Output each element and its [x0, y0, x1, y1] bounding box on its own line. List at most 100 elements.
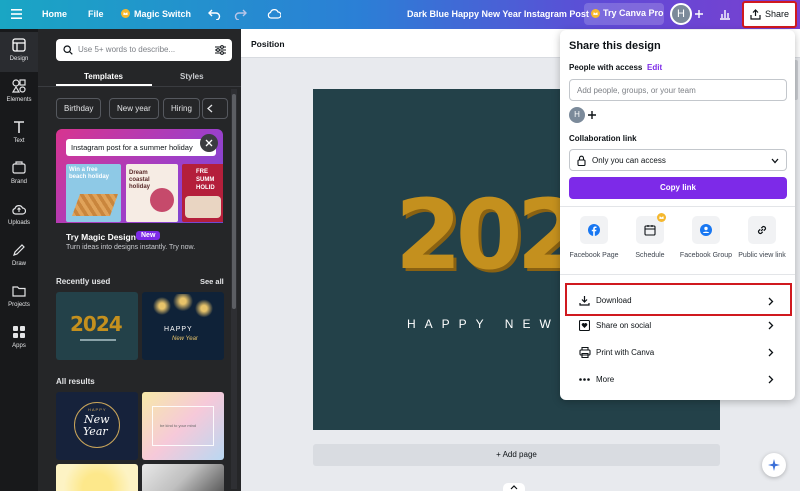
- insights-icon[interactable]: [719, 8, 731, 20]
- redo-icon[interactable]: [234, 8, 247, 20]
- design-tagline[interactable]: HAPPY NEW: [407, 317, 560, 331]
- option-icon-box: [636, 213, 666, 244]
- cloud-save-icon[interactable]: [267, 8, 281, 19]
- add-person-icon[interactable]: [587, 110, 597, 120]
- chevron-right-icon: [768, 321, 774, 330]
- copy-link-button[interactable]: Copy link: [569, 177, 787, 199]
- try-canva-pro-button[interactable]: Try Canva Pro: [584, 3, 664, 25]
- chip-new-year[interactable]: New year: [109, 98, 159, 119]
- menu-icon[interactable]: [11, 9, 22, 19]
- share-on-social-label: Share on social: [596, 321, 652, 330]
- rail-label: Design: [9, 56, 29, 62]
- print-with-canva-label: Print with Canva: [596, 348, 655, 357]
- rail-item-projects[interactable]: Projects: [0, 278, 38, 318]
- recent-template-happy-new-year[interactable]: HAPPY New Year: [142, 292, 224, 360]
- search-placeholder: Use 5+ words to describe...: [78, 45, 176, 54]
- templates-panel: Use 5+ words to describe... Templates St…: [38, 29, 241, 491]
- rail-item-brand[interactable]: Brand: [0, 155, 38, 195]
- rail-label: Draw: [11, 261, 26, 267]
- link-access-select[interactable]: Only you can access: [569, 149, 787, 171]
- undo-icon[interactable]: [208, 8, 221, 20]
- result-template-new-year[interactable]: HAPPY New Year: [56, 392, 138, 460]
- more-menu-item[interactable]: More: [567, 366, 790, 393]
- canvas-scroll-handle[interactable]: [503, 483, 525, 491]
- rail-item-design[interactable]: Design: [0, 32, 38, 72]
- share-on-social-menu-item[interactable]: Share on social: [567, 312, 790, 339]
- tab-styles[interactable]: Styles: [180, 72, 204, 81]
- magic-assistant-button[interactable]: [762, 453, 786, 477]
- template-search-input[interactable]: Use 5+ words to describe...: [56, 39, 232, 61]
- crown-icon: [121, 9, 130, 18]
- pro-crown-icon: [657, 213, 666, 222]
- print-with-canva-menu-item[interactable]: Print with Canva: [567, 339, 790, 366]
- rail-item-draw[interactable]: Draw: [0, 237, 38, 277]
- uploads-icon: [12, 205, 26, 215]
- add-people-input[interactable]: Add people, groups, or your team: [569, 79, 787, 101]
- option-label: Facebook Page: [569, 252, 619, 259]
- thumb-title: Year: [83, 425, 108, 438]
- rail-item-apps[interactable]: Apps: [0, 319, 38, 359]
- home-button[interactable]: Home: [42, 0, 67, 29]
- download-icon: [579, 296, 590, 306]
- calendar-icon: [644, 225, 656, 236]
- result-template-pastel[interactable]: be kind to your mind: [142, 392, 224, 460]
- position-button[interactable]: Position: [251, 39, 285, 49]
- thumb-title: be kind to your mind: [160, 423, 197, 428]
- thumb-subtitle-line: [80, 339, 116, 341]
- link-icon: [757, 225, 767, 235]
- magic-switch-button[interactable]: Magic Switch: [134, 0, 191, 29]
- result-template-photo[interactable]: [142, 464, 224, 491]
- option-label: Schedule: [635, 252, 665, 259]
- see-all-link[interactable]: See all: [200, 277, 224, 286]
- link-access-value: Only you can access: [592, 156, 666, 165]
- rail-label: Apps: [12, 343, 26, 349]
- lock-icon: [577, 155, 586, 166]
- promo-info: Try Magic Design New Turn ideas into des…: [56, 223, 223, 259]
- rail-item-uploads[interactable]: Uploads: [0, 196, 38, 236]
- sparkle-icon: [768, 459, 780, 471]
- panel-scrollbar-thumb[interactable]: [232, 94, 236, 309]
- chip-icon: [207, 104, 213, 113]
- document-title[interactable]: Dark Blue Happy New Year Instagram Post: [407, 0, 589, 29]
- text-icon: [14, 121, 24, 133]
- plus-icon[interactable]: [694, 9, 704, 19]
- recent-template-2024[interactable]: 2024: [56, 292, 138, 360]
- promo-card-text: Win a free beach holiday: [69, 167, 110, 180]
- top-bar: Home File Magic Switch Dark Blue Happy N…: [0, 0, 800, 29]
- share-button[interactable]: Share: [742, 1, 797, 28]
- chevron-down-icon: [771, 158, 779, 164]
- promo-description: Turn ideas into designs instantly. Try n…: [66, 244, 196, 251]
- close-promo-button[interactable]: [200, 134, 218, 152]
- draw-icon: [13, 244, 25, 256]
- option-icon-box: [580, 216, 608, 244]
- thumb-title: HAPPY: [88, 407, 107, 412]
- rail-item-elements[interactable]: Elements: [0, 73, 38, 113]
- projects-icon: [12, 286, 26, 297]
- elements-icon: [12, 79, 26, 93]
- print-icon: [579, 347, 591, 358]
- design-year-text[interactable]: 202: [395, 187, 583, 283]
- add-page-button[interactable]: + Add page: [313, 444, 720, 466]
- chip-birthday[interactable]: Birthday: [56, 98, 102, 119]
- access-avatar[interactable]: H: [569, 107, 585, 123]
- search-icon: [63, 45, 73, 55]
- file-menu[interactable]: File: [88, 0, 104, 29]
- divider: [560, 274, 795, 275]
- deck-chair-illustration: [71, 194, 119, 216]
- promo-card: Dream coastal holiday: [126, 164, 178, 222]
- promo-card-text: Dream coastal holiday: [129, 170, 151, 190]
- chevron-up-icon: [510, 485, 518, 490]
- chip-more[interactable]: [202, 98, 228, 119]
- result-template-yellow[interactable]: [56, 464, 138, 491]
- chip-hiring[interactable]: Hiring: [163, 98, 200, 119]
- tab-templates[interactable]: Templates: [84, 72, 123, 81]
- option-icon-box: [748, 216, 776, 244]
- edit-access-link[interactable]: Edit: [647, 63, 662, 72]
- download-label: Download: [596, 296, 632, 305]
- rail-item-text[interactable]: Text: [0, 114, 38, 154]
- chevron-right-icon: [768, 297, 774, 306]
- promo-card: Win a free beach holiday: [66, 164, 121, 222]
- promo-title: Try Magic Design: [66, 232, 136, 242]
- filter-icon[interactable]: [215, 45, 226, 55]
- avatar[interactable]: H: [670, 3, 692, 25]
